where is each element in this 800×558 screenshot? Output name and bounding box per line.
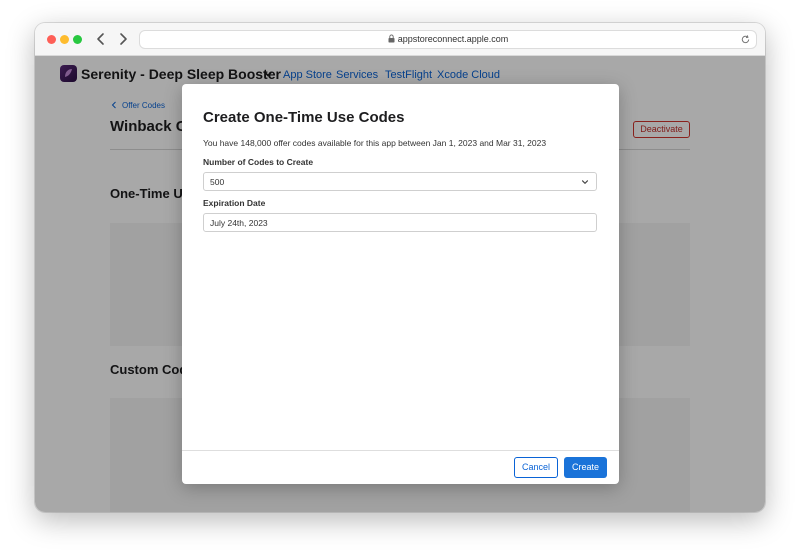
lock-icon	[388, 34, 395, 43]
url-display: appstoreconnect.apple.com	[140, 34, 756, 44]
expiration-date-label: Expiration Date	[203, 198, 266, 208]
codes-count-select[interactable]: 500	[203, 172, 597, 191]
minimize-window-button[interactable]	[60, 35, 69, 44]
close-window-button[interactable]	[47, 35, 56, 44]
chevron-left-icon	[97, 33, 104, 45]
chevron-right-icon	[120, 33, 127, 45]
address-bar[interactable]: appstoreconnect.apple.com	[139, 30, 757, 49]
url-text: appstoreconnect.apple.com	[397, 34, 509, 44]
browser-titlebar: appstoreconnect.apple.com	[35, 23, 765, 56]
codes-count-value: 500	[210, 177, 225, 187]
dialog-description: You have 148,000 offer codes available f…	[203, 138, 547, 148]
back-button[interactable]	[93, 30, 109, 48]
expiration-date-input[interactable]: July 24th, 2023	[203, 213, 597, 232]
expiration-date-value: July 24th, 2023	[210, 218, 268, 228]
reload-icon[interactable]	[740, 34, 751, 45]
dialog-footer-divider	[182, 450, 619, 451]
cancel-button[interactable]: Cancel	[514, 457, 558, 478]
create-codes-dialog: Create One-Time Use Codes You have 148,0…	[182, 84, 619, 484]
create-button[interactable]: Create	[564, 457, 607, 478]
codes-count-label: Number of Codes to Create	[203, 157, 314, 167]
forward-button[interactable]	[115, 30, 131, 48]
dialog-title: Create One-Time Use Codes	[203, 109, 405, 126]
chevron-down-icon	[581, 180, 589, 184]
zoom-window-button[interactable]	[73, 35, 82, 44]
